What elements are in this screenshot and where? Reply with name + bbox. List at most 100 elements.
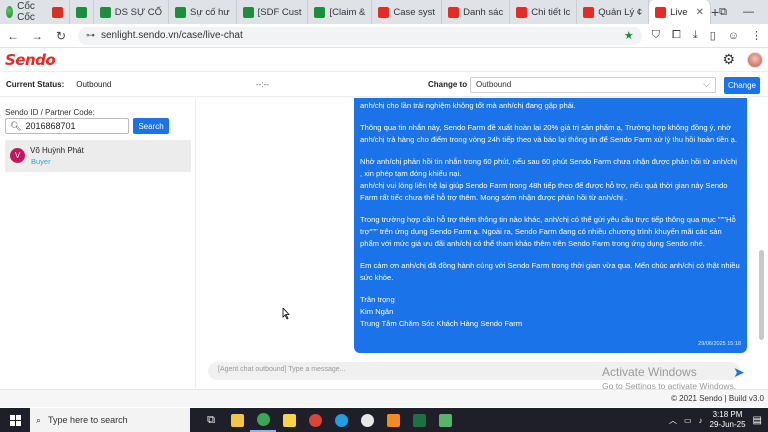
browser-tab[interactable]: [SDF Cust: [237, 0, 309, 24]
message-signature: Trung Tâm Chăm Sóc Khách Hàng Sendo Farm: [360, 319, 523, 328]
message-paragraph: Thông qua tin nhắn này, Sendo Farm đề xu…: [360, 123, 738, 144]
current-status-value: Outbound: [76, 80, 112, 89]
tray-chevron-icon[interactable]: ︿: [669, 415, 677, 426]
app-orange-icon[interactable]: [380, 408, 406, 432]
avatar[interactable]: [747, 51, 763, 68]
url-text: senlight.sendo.vn/case/live-chat: [101, 30, 243, 41]
message-paragraph: anh/chị vui lòng liên hệ lại giúp Sendo …: [360, 181, 728, 202]
windows-logo-icon: [9, 414, 21, 426]
clock-date: 29-Jun-25: [709, 420, 746, 429]
gear-icon[interactable]: ⚙: [722, 51, 735, 68]
change-to-label: Change to: [428, 80, 468, 89]
edge-icon[interactable]: [328, 408, 354, 432]
browser-tab-label: Case syst: [393, 6, 436, 18]
contact-avatar: V: [10, 148, 25, 163]
scrollbar-thumb[interactable]: [759, 250, 764, 340]
new-tab-button[interactable]: +: [711, 4, 719, 20]
activate-windows-watermark: Activate Windows Go to Settings to activ…: [602, 365, 736, 391]
sendo-icon: [448, 6, 460, 18]
network-icon[interactable]: ▭: [684, 416, 692, 425]
message-paragraph: Em cảm ơn anh/chị đã đồng hành cùng với …: [360, 261, 740, 282]
gmail-icon: [51, 6, 63, 18]
page-footer: © 2021 Sendo | Build v3.0: [0, 389, 768, 407]
taskbar-search[interactable]: ⌕ Type here to search: [30, 408, 190, 432]
start-button[interactable]: [0, 408, 30, 432]
search-button[interactable]: Search: [133, 118, 169, 134]
windows-taskbar: ⌕ Type here to search ⧉ ︿ ▭ ♪ 3:18 PM 29…: [0, 408, 768, 432]
current-status-label: Current Status:: [6, 80, 65, 89]
close-tab-icon[interactable]: ✕: [696, 7, 704, 18]
browser-tab-label: Sự cố hư: [189, 6, 230, 18]
taskbar-clock[interactable]: 3:18 PM 29-Jun-25: [710, 410, 746, 430]
browser-name: Cốc Cốc: [17, 1, 35, 23]
shield-icon[interactable]: ⛉: [652, 29, 660, 42]
site-info-icon[interactable]: ⊶: [86, 30, 95, 41]
status-select[interactable]: Outbound ⌵: [470, 77, 716, 93]
status-bar: Current Status: Outbound --:-- Change to…: [0, 73, 768, 97]
back-icon[interactable]: ←: [6, 29, 20, 43]
notification-app-icon[interactable]: [354, 408, 380, 432]
browser-tab[interactable]: [46, 0, 70, 24]
chevron-down-icon: ⌵: [703, 79, 710, 89]
browser-tab[interactable]: Live ✕: [649, 0, 711, 24]
browser-tab-label: Quản Lý ¢: [598, 6, 643, 18]
tab-search-icon[interactable]: ⧉: [719, 6, 727, 19]
task-view-icon[interactable]: ⧉: [198, 408, 224, 432]
chat-scrollbar[interactable]: [759, 100, 764, 350]
browser-tab-label: Live: [670, 6, 688, 18]
extensions-icon[interactable]: ⧠: [672, 29, 681, 42]
browser-tab[interactable]: DS SỰ CỐ: [94, 0, 169, 24]
browser-tab[interactable]: Case syst: [372, 0, 443, 24]
browser-tab[interactable]: [Claim &: [308, 0, 373, 24]
minimize-icon[interactable]: —: [743, 6, 754, 18]
clock-time: 3:18 PM: [712, 410, 743, 419]
browser-tab-label: DS SỰ CỐ: [114, 6, 162, 18]
coccoc-taskbar-icon[interactable]: [250, 408, 276, 432]
list-item[interactable]: V Võ Huỳnh Phát Buyer: [5, 140, 191, 172]
chat-panel: anh/chị cho lần trải nghiệm không tốt mà…: [197, 98, 768, 391]
notifications-icon[interactable]: ▤: [753, 415, 762, 426]
contact-role: Buyer: [31, 157, 51, 166]
search-icon: ⌕: [36, 414, 42, 425]
browser-menu-button[interactable]: Cốc Cốc: [0, 0, 46, 24]
file-explorer-icon[interactable]: [224, 408, 250, 432]
message-signature: Trân trọng: [360, 295, 395, 304]
change-status-button[interactable]: Change: [724, 77, 760, 94]
coccoc-logo-icon: [6, 6, 14, 18]
bookmark-star-icon[interactable]: ★: [624, 29, 634, 42]
taskbar-search-placeholder: Type here to search: [48, 415, 128, 425]
send-icon[interactable]: ➤: [733, 364, 745, 381]
volume-icon[interactable]: ♪: [699, 416, 703, 425]
sticky-notes-icon[interactable]: [276, 408, 302, 432]
customer-search-panel: Sendo ID / Partner Code: 🔍︎ 2016868701 S…: [0, 98, 196, 388]
chrome-icon[interactable]: [302, 408, 328, 432]
browser-tab-label: [Claim &: [329, 6, 366, 18]
sendo-id-input[interactable]: 🔍︎ 2016868701: [5, 118, 129, 134]
forward-icon[interactable]: →: [30, 29, 44, 43]
excel-icon[interactable]: [406, 408, 432, 432]
url-field[interactable]: ⊶ senlight.sendo.vn/case/live-chat ★: [78, 26, 642, 45]
browser-tab-label: Chi tiết lc: [531, 6, 571, 18]
browser-tab[interactable]: Chi tiết lc: [510, 0, 578, 24]
status-timer: --:--: [256, 80, 269, 89]
sheets-icon: [75, 6, 87, 18]
address-bar-row: ← → ↻ ⊶ senlight.sendo.vn/case/live-chat…: [0, 24, 768, 48]
reload-icon[interactable]: ↻: [54, 29, 68, 43]
download-icon[interactable]: ⤓: [693, 29, 698, 42]
browser-tab[interactable]: Sự cố hư: [169, 0, 237, 24]
sendo-logo[interactable]: Sendo: [5, 51, 56, 69]
status-select-value: Outbound: [476, 80, 512, 89]
footer-text: © 2021 Sendo | Build v3.0: [671, 394, 764, 403]
sheets-icon: [99, 6, 111, 18]
outgoing-message-bubble: anh/chị cho lần trải nghiệm không tốt mà…: [354, 98, 747, 353]
browser-tab[interactable]: Danh sác: [442, 0, 511, 24]
sidebar-icon[interactable]: ▯: [710, 29, 716, 42]
app-header: Sendo ⚙: [0, 48, 768, 72]
sendo-icon: [655, 6, 667, 18]
mouse-cursor-icon: [282, 308, 290, 320]
browser-tab[interactable]: [70, 0, 94, 24]
profile-icon[interactable]: ☺: [728, 30, 739, 42]
app-green-icon[interactable]: [432, 408, 458, 432]
browser-tab[interactable]: Quản Lý ¢: [577, 0, 650, 24]
browser-menu-icon[interactable]: ⋮: [751, 29, 762, 42]
